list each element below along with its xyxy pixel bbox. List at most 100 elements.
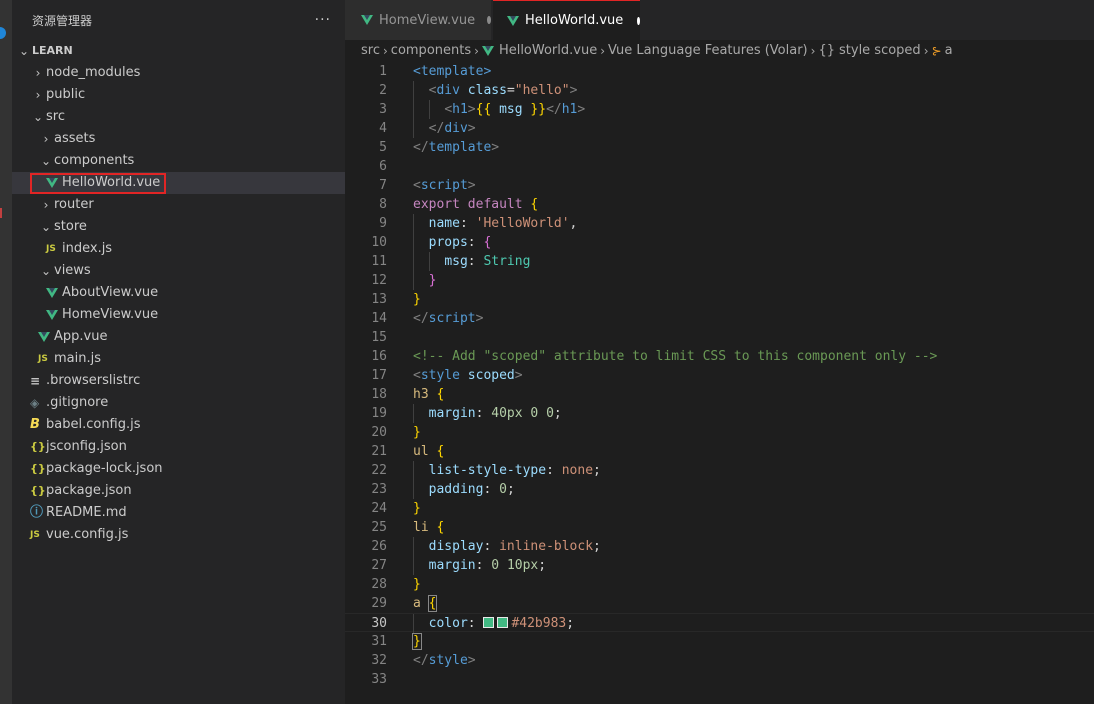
code-token: >: [467, 121, 476, 136]
color-swatch-icon[interactable]: [497, 617, 509, 628]
code-line[interactable]: 27 margin: 0 10px;: [345, 556, 1094, 575]
code-line[interactable]: 22 list-style-type: none;: [345, 461, 1094, 480]
code-line[interactable]: 24}: [345, 499, 1094, 518]
code-line[interactable]: 32 </style>: [345, 651, 1094, 670]
code-line[interactable]: 1 <template>: [345, 62, 1094, 81]
tree-item-homeview-vue[interactable]: HomeView.vue: [12, 304, 345, 326]
code-line[interactable]: 2 <div class="hello">: [345, 81, 1094, 100]
line-number: 21: [371, 444, 387, 459]
tree-item-package-lock-json[interactable]: {} package-lock.json: [12, 458, 345, 480]
code-token: a: [413, 596, 421, 611]
breadcrumb-language[interactable]: Vue Language Features (Volar): [608, 40, 808, 62]
code-line[interactable]: 33: [345, 670, 1094, 689]
tree-item-aboutview-vue[interactable]: AboutView.vue: [12, 282, 345, 304]
code-line[interactable]: 26 display: inline-block;: [345, 537, 1094, 556]
tab-homeview[interactable]: HomeView.vue: [345, 0, 492, 40]
tree-item-label: node_modules: [46, 65, 141, 80]
code-line[interactable]: 11 msg: String: [345, 252, 1094, 271]
code-line[interactable]: 28}: [345, 575, 1094, 594]
code-line[interactable]: 31}: [345, 632, 1094, 651]
line-number: 25: [371, 520, 387, 535]
unsaved-dot-icon[interactable]: [637, 16, 640, 25]
code-token: ;: [506, 482, 515, 497]
tree-item-label: .gitignore: [46, 395, 109, 410]
tree-item-label: vue.config.js: [46, 527, 129, 542]
breadcrumb-components[interactable]: components: [391, 40, 471, 62]
code-token: <: [413, 368, 421, 383]
code-token: <: [413, 178, 421, 193]
tree-item-helloworld-vue[interactable]: HelloWorld.vue: [12, 172, 345, 194]
tree-item-vue-config-js[interactable]: JS vue.config.js: [12, 524, 345, 546]
more-actions-icon[interactable]: ···: [315, 12, 331, 28]
code-line[interactable]: 29 a {: [345, 594, 1094, 613]
tree-item-views[interactable]: ⌄ views: [12, 260, 345, 282]
tree-item-app-vue[interactable]: App.vue: [12, 326, 345, 348]
tree-item-babel-config-js[interactable]: Bbabel.config.js: [12, 414, 345, 436]
tree-item-label: public: [46, 87, 86, 102]
code-token: 0: [491, 558, 500, 573]
code-token: template: [428, 140, 492, 155]
code-line[interactable]: 6: [345, 157, 1094, 176]
tree-item-jsconfig-json[interactable]: {} jsconfig.json: [12, 436, 345, 458]
project-root[interactable]: ⌄ LEARN: [12, 40, 345, 62]
code-line[interactable]: 10 props: {: [345, 233, 1094, 252]
code-line[interactable]: 5 </template>: [345, 138, 1094, 157]
tree-item-package-json[interactable]: {} package.json: [12, 480, 345, 502]
code-line[interactable]: 15: [345, 328, 1094, 347]
breadcrumb-src[interactable]: src: [361, 40, 380, 62]
breadcrumb-file[interactable]: HelloWorld.vue: [499, 40, 597, 62]
tree-item-node-modules[interactable]: › node_modules: [12, 62, 345, 84]
code-token: ;: [593, 463, 601, 478]
code-line[interactable]: 14 </script>: [345, 309, 1094, 328]
code-token: {: [483, 235, 492, 250]
tree-item-public[interactable]: › public: [12, 84, 345, 106]
code-text: h3 {: [413, 385, 444, 404]
color-swatch-icon[interactable]: [483, 617, 495, 628]
code-line[interactable]: 16 <!-- Add "scoped" attribute to limit C…: [345, 347, 1094, 366]
code-line[interactable]: 17 <style scoped>: [345, 366, 1094, 385]
code-line[interactable]: 9 name: 'HelloWorld',: [345, 214, 1094, 233]
tree-item-main-js[interactable]: JS main.js: [12, 348, 345, 370]
code-line[interactable]: 18 h3 {: [345, 385, 1094, 404]
tree-item-router[interactable]: › router: [12, 194, 345, 216]
line-number: 17: [371, 368, 387, 383]
code-line[interactable]: 21 ul {: [345, 442, 1094, 461]
tree-item-components[interactable]: ⌄ components: [12, 150, 345, 172]
tree-item-assets[interactable]: › assets: [12, 128, 345, 150]
code-line[interactable]: 7 <script>: [345, 176, 1094, 195]
tree-item-store[interactable]: ⌄ store: [12, 216, 345, 238]
tree-item-readme-md[interactable]: ⓘ README.md: [12, 502, 345, 524]
code-line[interactable]: 12 }: [345, 271, 1094, 290]
file-tree: ⌄ LEARN › node_modules › public ⌄ src › assets ⌄…: [12, 40, 345, 546]
tree-item-gitignore[interactable]: ◈ .gitignore: [12, 392, 345, 414]
tab-helloworld[interactable]: HelloWorld.vue: [493, 0, 640, 40]
code-editor[interactable]: 1 <template> 2 <div class="hello"> 3 <h1>{{…: [345, 62, 1094, 689]
code-token: >: [467, 178, 476, 193]
breadcrumb-symbol-a[interactable]: a: [945, 40, 953, 62]
code-token: name: [428, 216, 460, 231]
tree-item-label: package.json: [46, 483, 132, 498]
code-line[interactable]: 23 padding: 0;: [345, 480, 1094, 499]
code-token: </: [546, 102, 562, 117]
code-line[interactable]: 4 </div>: [345, 119, 1094, 138]
code-token: none: [561, 463, 594, 478]
tree-item-index-js[interactable]: JS index.js: [12, 238, 345, 260]
code-token: padding: [428, 482, 484, 497]
tree-item-browserslistrc[interactable]: ≡ .browserslistrc: [12, 370, 345, 392]
code-line[interactable]: 25 li {: [345, 518, 1094, 537]
breadcrumb-style-scoped[interactable]: style scoped: [839, 40, 921, 62]
code-line[interactable]: 13}: [345, 290, 1094, 309]
code-token: }: [412, 633, 422, 650]
code-token: default: [467, 197, 523, 212]
tree-item-label: index.js: [62, 241, 113, 256]
code-line[interactable]: 30 color: #42b983;: [345, 613, 1094, 633]
notification-dot-icon[interactable]: [0, 27, 6, 39]
code-line[interactable]: 3 <h1>{{ msg }}</h1>: [345, 100, 1094, 119]
unsaved-dot-icon[interactable]: [487, 16, 491, 24]
tree-item-src[interactable]: ⌄ src: [12, 106, 345, 128]
code-line[interactable]: 19 margin: 40px 0 0;: [345, 404, 1094, 423]
code-line[interactable]: 20}: [345, 423, 1094, 442]
code-line[interactable]: 8 export default {: [345, 195, 1094, 214]
